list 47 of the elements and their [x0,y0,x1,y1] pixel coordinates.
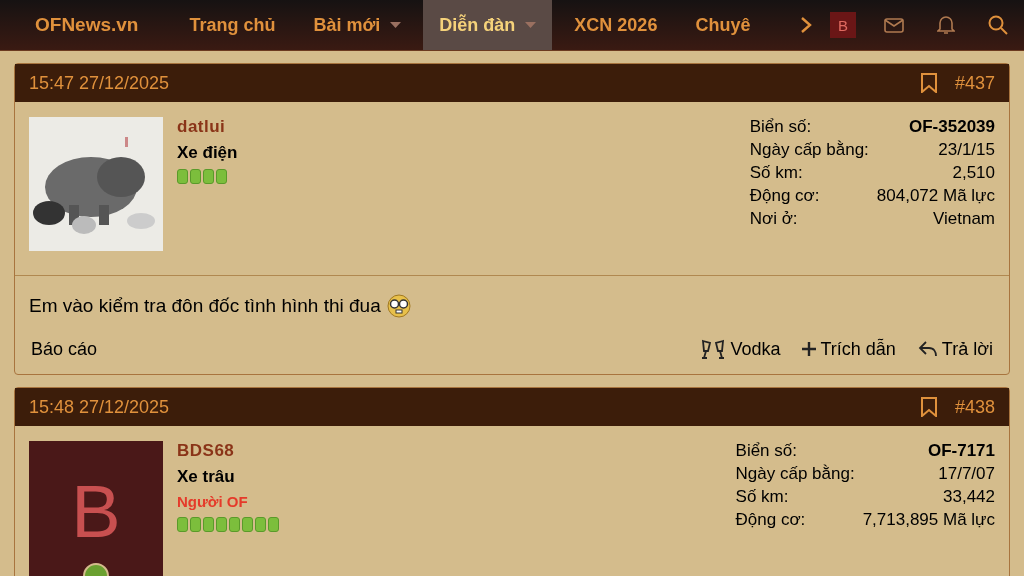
stat-label: Ngày cấp bằng: [735,464,855,484]
user-title: Xe điện [177,143,238,162]
user-avatar[interactable]: B [830,12,856,38]
nav-tab[interactable]: Diễn đàn [423,0,553,50]
stat-label: Ngày cấp bằng: [749,140,869,160]
caret-icon [390,22,402,28]
stat-label: Động cơ: [749,186,821,206]
bookmark-icon[interactable] [920,73,937,93]
user-rank-label: Người OF [177,493,248,510]
nav-tab[interactable]: Chuyê [679,0,767,50]
quote-link[interactable]: Trích dẫn [802,338,896,360]
stat-value: 33,442 [942,487,995,507]
username[interactable]: BDS68 [177,441,235,460]
glasses-icon [700,338,727,360]
post-message: Em vào kiểm tra đôn đốc tình hình thi đua [29,295,381,317]
report-link[interactable]: Báo cáo [31,338,679,360]
bookmark-icon[interactable] [920,397,937,417]
cheers-link[interactable]: Vodka [700,338,781,360]
username[interactable]: datlui [177,117,226,136]
stat-label: Số km: [749,163,804,183]
stat-label: Động cơ: [735,510,807,530]
emoji-icon [386,294,411,318]
stat-value: OF-7171 [926,441,995,461]
stat-label: Biển số: [735,441,798,461]
stat-value: 804,072 Mã lực [876,186,995,206]
nav-tab[interactable]: Trang chủ [173,0,292,50]
reply-icon [917,340,938,358]
stat-label: Số km: [735,487,790,507]
site-logo[interactable]: OFNews.vn [0,0,174,50]
post-time[interactable]: 15:47 27/12/2025 [29,72,921,94]
post-time[interactable]: 15:48 27/12/2025 [29,396,921,418]
stat-value: Vietnam [931,209,995,229]
user-title: Xe trâu [177,467,235,486]
nav-tab[interactable]: Bài mới [297,0,418,50]
plus-icon [802,342,817,356]
post-number[interactable]: #438 [954,396,995,418]
stat-label: Nơi ở: [749,209,799,229]
stat-value: 2,510 [951,163,995,183]
nav-tab[interactable]: XCN 2026 [558,0,674,50]
stat-label: Biển số: [749,117,813,137]
stat-value: 23/1/15 [937,140,995,160]
caret-icon [525,22,537,28]
stat-value: OF-352039 [908,117,995,137]
stat-value: 17/7/07 [937,464,995,484]
reply-link[interactable]: Trả lời [917,338,993,360]
stat-value: 7,713,895 Mã lực [862,510,995,530]
post-number[interactable]: #437 [954,72,995,94]
